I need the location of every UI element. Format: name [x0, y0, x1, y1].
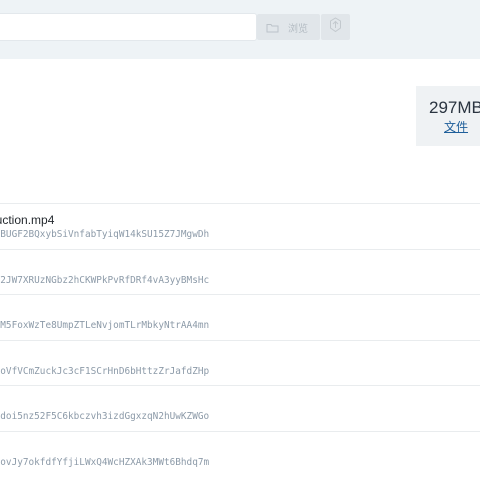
toolbar: 浏览 [0, 0, 480, 59]
file-row[interactable]: 99M5FoxWzTe8UmpZTLeNvjomTLrMbkyNtrAA4mn [0, 294, 480, 340]
upload-icon [328, 16, 343, 38]
file-hash: MvBUGF2BQxybSiVnfabTyiqW14kSU15Z7JMgwDh [0, 229, 210, 240]
file-hash: sxovJy7okfdfYfjiLWxQ4WcHZXAk3MWt6Bhdq7m [0, 456, 210, 468]
folder-icon [266, 22, 279, 33]
file-row[interactable]: ZT2JW7XRUzNGbz2hCKWPkPvRfDRf4vA3yyBMsHc [0, 248, 480, 295]
browse-button[interactable]: 浏览 [257, 14, 320, 40]
file-row[interactable]: sxovJy7okfdfYfjiLWxQ4WcHZXAk3MWt6Bhdq7m [0, 430, 480, 477]
file-hash: 99M5FoxWzTe8UmpZTLeNvjomTLrMbkyNtrAA4mn [0, 320, 210, 331]
file-list: duction.mp4 MvBUGF2BQxybSiVnfabTyiqW14kSU… [0, 203, 480, 476]
file-row[interactable]: npoVfVCmZuckJc3cF1SCrHnD6bHttzZrJafdZHp [0, 339, 480, 386]
file-hash: E3doi5nz52F5C6kbczvh3izdGgxzqN2hUwKZWGo [0, 411, 210, 422]
file-row[interactable]: duction.mp4 MvBUGF2BQxybSiVnfabTyiqW14kSU… [0, 203, 480, 249]
repo-size-value: 297MB [429, 98, 480, 117]
path-input[interactable] [0, 13, 257, 41]
files-link[interactable]: 文件 [444, 119, 480, 135]
browse-label: 浏览 [288, 23, 308, 35]
upload-button[interactable] [321, 14, 350, 40]
file-row[interactable]: E3doi5nz52F5C6kbczvh3izdGgxzqN2hUwKZWGo [0, 385, 480, 431]
file-hash: ZT2JW7XRUzNGbz2hCKWPkPvRfDRf4vA3yyBMsHc [0, 274, 210, 286]
repo-size-card: 297MB 文件 [416, 86, 480, 146]
file-name: duction.mp4 [0, 213, 55, 227]
file-hash: npoVfVCmZuckJc3cF1SCrHnD6bHttzZrJafdZHp [0, 365, 210, 377]
